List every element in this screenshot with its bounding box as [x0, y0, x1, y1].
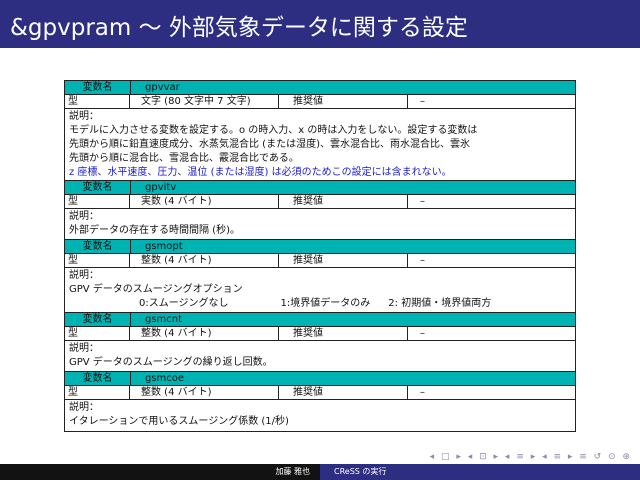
type-value: 整数 (4 バイト) — [130, 386, 279, 399]
default-label: 推奨値 — [279, 195, 408, 208]
description: 説明： GPV データのスムージングオプション 0:スムージングなし 1:境界値… — [65, 268, 575, 313]
variable-header-row: 変数名 gsmcnt — [65, 313, 575, 327]
default-label: 推奨値 — [279, 327, 408, 340]
type-label: 型 — [65, 95, 130, 108]
description: 説明： イタレーションで用いるスムージング係数 (1/秒) — [65, 400, 575, 431]
description-line: GPV データのスムージングの繰り返し回数。 — [69, 357, 273, 368]
default-value: – — [420, 387, 425, 398]
variable-name-label: 変数名 — [65, 240, 131, 253]
type-label: 型 — [65, 327, 130, 340]
description-label: 説明： — [69, 111, 99, 122]
description-line: 外部データの存在する時間間隔 (秒)。 — [69, 225, 240, 236]
variable-type-row: 型 整数 (4 バイト) 推奨値 – — [65, 386, 575, 400]
variable-name-label: 変数名 — [65, 372, 131, 385]
description: 説明： モデルに入力させる変数を設定する。o の時入力、x の時は入力をしない。… — [65, 109, 575, 182]
slide-title: &gpvpram ～ 外部気象データに関する設定 — [10, 15, 468, 41]
variable-type-row: 型 整数 (4 バイト) 推奨値 – — [65, 327, 575, 341]
variable-block-gpvitv: 変数名 gpvitv 型 実数 (4 バイト) 推奨値 – 説明： 外部データの… — [64, 180, 576, 241]
option-item: 1:境界値データのみ — [280, 298, 371, 309]
type-value: 文字 (80 文字中 7 文字) — [130, 95, 279, 108]
default-label: 推奨値 — [279, 95, 408, 108]
default-label: 推奨値 — [279, 254, 408, 267]
description: 説明： 外部データの存在する時間間隔 (秒)。 — [65, 209, 575, 240]
footer-author: 加藤 雅也 — [0, 464, 320, 480]
type-label: 型 — [65, 386, 130, 399]
description-line: モデルに入力させる変数を設定する。o の時入力、x の時は入力をしない。設定する… — [69, 125, 478, 136]
description-line: イタレーションで用いるスムージング係数 (1/秒) — [69, 416, 289, 427]
type-value: 整数 (4 バイト) — [130, 327, 279, 340]
variable-block-gsmcnt: 変数名 gsmcnt 型 整数 (4 バイト) 推奨値 – 説明： GPV デー… — [64, 312, 576, 373]
type-value: 実数 (4 バイト) — [130, 195, 279, 208]
description: 説明： GPV データのスムージングの繰り返し回数。 — [65, 341, 575, 372]
type-label: 型 — [65, 254, 130, 267]
variable-header-row: 変数名 gsmopt — [65, 240, 575, 254]
description-label: 説明： — [69, 402, 99, 413]
variable-name: gsmopt — [145, 241, 183, 252]
footer-bar: 加藤 雅也 CReSS の実行 — [0, 464, 640, 480]
variable-type-row: 型 実数 (4 バイト) 推奨値 – — [65, 195, 575, 209]
variable-block-gsmcoe: 変数名 gsmcoe 型 整数 (4 バイト) 推奨値 – 説明： イタレーショ… — [64, 371, 576, 432]
default-value: – — [420, 96, 425, 107]
variable-header-row: 変数名 gpvvar — [65, 81, 575, 95]
variable-name: gpvitv — [145, 182, 177, 193]
default-value: – — [420, 196, 425, 207]
description-line: GPV データのスムージングオプション — [69, 284, 243, 295]
type-label: 型 — [65, 195, 130, 208]
variable-name: gsmcnt — [145, 314, 183, 325]
description-label: 説明： — [69, 270, 99, 281]
type-value: 整数 (4 バイト) — [130, 254, 279, 267]
variable-header-row: 変数名 gsmcoe — [65, 372, 575, 386]
variable-block-gsmopt: 変数名 gsmopt 型 整数 (4 バイト) 推奨値 – 説明： GPV デー… — [64, 239, 576, 314]
beamer-navigation-icons[interactable]: ◂ □ ▸ ◂ ⊡ ▸ ◂ ≡ ▸ ◂ ≡ ▸ ≡ ↺ ⊙ ⊕ — [430, 452, 632, 462]
variable-name: gpvvar — [145, 82, 180, 93]
description-label: 説明： — [69, 343, 99, 354]
description-line: 先頭から順に鉛直速度成分、水蒸気混合比 (または湿度)、雲水混合比、雨水混合比、… — [69, 139, 470, 150]
description-label: 説明： — [69, 211, 99, 222]
variable-type-row: 型 文字 (80 文字中 7 文字) 推奨値 – — [65, 95, 575, 109]
variable-header-row: 変数名 gpvitv — [65, 181, 575, 195]
description-note: z 座標、水平速度、圧力、温位 (または湿度) は必須のためこの設定には含まれな… — [69, 167, 452, 178]
footer-section: CReSS の実行 — [320, 464, 640, 480]
variable-block-gpvvar: 変数名 gpvvar 型 文字 (80 文字中 7 文字) 推奨値 – 説明： … — [64, 80, 576, 183]
variable-name-label: 変数名 — [65, 81, 131, 94]
default-value: – — [420, 255, 425, 266]
option-item: 0:スムージングなし — [139, 298, 229, 309]
title-bar: &gpvpram ～ 外部気象データに関する設定 — [0, 0, 640, 48]
default-value: – — [420, 328, 425, 339]
variable-name-label: 変数名 — [65, 313, 131, 326]
variable-type-row: 型 整数 (4 バイト) 推奨値 – — [65, 254, 575, 268]
option-list: 0:スムージングなし 1:境界値データのみ 2: 初期値・境界値両方 — [69, 297, 571, 311]
option-item: 2: 初期値・境界値両方 — [388, 298, 492, 309]
description-line: 先頭から順に混合比、雪混合比、霰混合比である。 — [69, 153, 299, 164]
default-label: 推奨値 — [279, 386, 408, 399]
variable-name-label: 変数名 — [65, 181, 131, 194]
variable-name: gsmcoe — [145, 373, 185, 384]
